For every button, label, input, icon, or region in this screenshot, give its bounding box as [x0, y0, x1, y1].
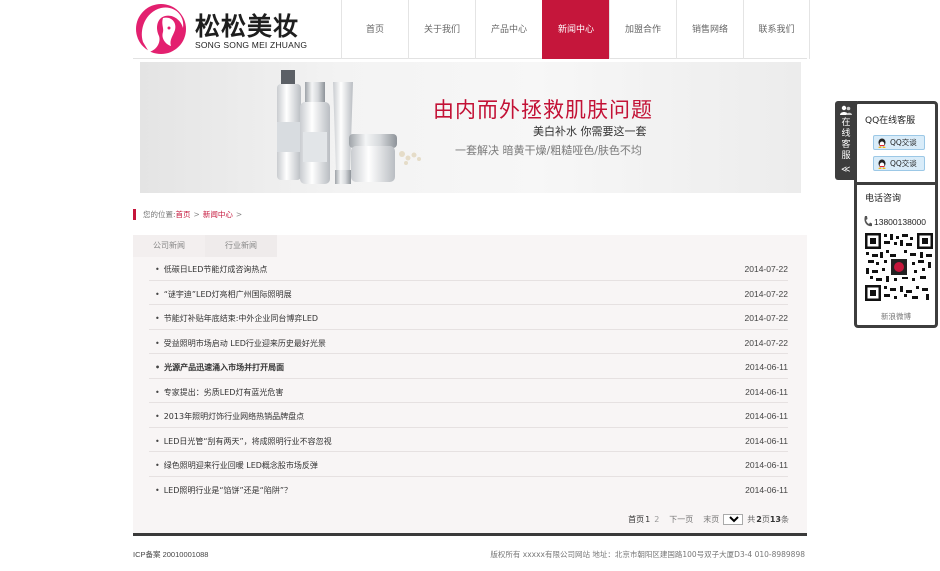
qr-code-image [864, 232, 934, 302]
phone-icon [864, 216, 872, 227]
news-title[interactable]: 受益照明市场启动 LED行业迎来历史最好光景 [155, 338, 326, 349]
news-item[interactable]: “谜宇迪”LED灯亮相广州国际照明展 2014-07-22 [149, 281, 788, 305]
news-date: 2014-07-22 [744, 337, 788, 348]
pager-total-prefix: 共 [747, 515, 756, 524]
pager-current: 1 [645, 515, 651, 524]
logo-face-icon [136, 4, 186, 54]
news-date: 2014-06-11 [745, 435, 788, 446]
nav-products[interactable]: 产品中心 [475, 0, 542, 59]
news-item[interactable]: 节能灯补贴年底结束:中外企业同台博弈LED 2014-07-22 [149, 305, 788, 330]
news-item[interactable]: LED照明行业是“馅饼”还是“陷阱”？ 2014-06-11 [149, 477, 788, 502]
news-title[interactable]: 节能灯补贴年底结束:中外企业同台博弈LED [155, 313, 318, 324]
site-header: 松松美妆 SONG SONG MEI ZHUANG 首页 关于我们 产品中心 新… [133, 0, 810, 59]
breadcrumb-prefix: 您的位置: [143, 209, 176, 219]
pager-next[interactable]: 下一页 [669, 514, 693, 525]
pager-total-count: 13 [769, 515, 781, 524]
pagination: 首页 1 2 下一页 末页 1 共 2 页 13 条 [624, 514, 789, 525]
breadcrumb-separator: > [235, 209, 243, 219]
nav-news[interactable]: 新闻中心 [542, 0, 609, 59]
news-title[interactable]: “谜宇迪”LED灯亮相广州国际照明展 [155, 289, 292, 300]
qq-chat-button[interactable]: QQ交谈 [873, 156, 925, 171]
breadcrumb-accent-bar [133, 208, 136, 220]
pager-last[interactable]: 末页 [703, 514, 719, 525]
qq-service-title: QQ在线客服 [865, 116, 916, 126]
news-date: 2014-06-11 [745, 362, 788, 372]
hero-banner[interactable]: 由内而外拯救肌肤问题 美白补水 你需要这一套 一套解决 暗黄干燥/粗糙哑色/肤色… [140, 62, 801, 193]
banner-subheadline: 美白补水 你需要这一套 [533, 125, 647, 138]
product-bottles-image [277, 70, 421, 184]
news-date: 2014-07-22 [744, 313, 788, 323]
brand-name-cn: 松松美妆 [195, 12, 300, 41]
main-nav: 首页 关于我们 产品中心 新闻中心 加盟合作 销售网络 联系我们 [341, 0, 810, 59]
users-icon [840, 105, 852, 115]
footer-icp: ICP备案 20010001088 [133, 550, 209, 559]
news-date: 2014-06-11 [745, 484, 788, 495]
breadcrumb-section-link[interactable]: 新闻中心 [203, 209, 233, 220]
breadcrumb-home-link[interactable]: 首页 [176, 209, 191, 220]
news-date: 2014-06-11 [745, 386, 788, 397]
logo[interactable]: 松松美妆 SONG SONG MEI ZHUANG [133, 1, 338, 57]
news-title[interactable]: 专家提出：劣质LED灯有蓝光危害 [155, 387, 284, 398]
news-item[interactable]: LED日光管“刮有两天”，将成照明行业不容忽视 2014-06-11 [149, 428, 788, 452]
news-item[interactable]: 受益照明市场启动 LED行业迎来历史最好光景 2014-07-22 [149, 330, 788, 354]
news-item[interactable]: 2013年照明灯饰行业网络热销品牌盘点 2014-06-11 [149, 403, 788, 428]
pager-count-unit: 条 [781, 515, 789, 524]
collapse-arrow-icon: ≪ [841, 165, 851, 175]
service-panel: QQ在线客服 QQ交谈 QQ交谈 电话咨询 13800138000 新浪微博 [854, 101, 938, 328]
breadcrumb-separator: > [193, 209, 200, 219]
news-date: 2014-06-11 [745, 460, 788, 470]
news-list: 低碳日LED节能灯成咨询热点 2014-07-22 “谜宇迪”LED灯亮相广州国际… [149, 256, 788, 501]
nav-about[interactable]: 关于我们 [408, 0, 475, 59]
news-date: 2014-06-11 [745, 411, 788, 421]
tab-company-news[interactable]: 公司新闻 [133, 235, 205, 257]
tab-industry-news[interactable]: 行业新闻 [205, 235, 277, 257]
brand-name-en: SONG SONG MEI ZHUANG [195, 40, 308, 50]
content-divider [133, 533, 807, 536]
qq-chat-button[interactable]: QQ交谈 [873, 135, 925, 150]
banner-headline: 由内而外拯救肌肤问题 [433, 98, 653, 122]
nav-home[interactable]: 首页 [341, 0, 408, 59]
weibo-link[interactable]: 新浪微博 [857, 311, 935, 322]
footer-copyright: 版权所有 xxxxx有限公司网站 地址：北京市朝阳区建国路100号双子大厦D3-… [490, 550, 805, 559]
news-panel: 公司新闻 行业新闻 低碳日LED节能灯成咨询热点 2014-07-22 “谜宇迪”… [133, 235, 807, 536]
qq-penguin-icon [878, 138, 886, 148]
news-item[interactable]: 光源产品迅速涌入市场并打开局面 2014-06-11 [149, 354, 788, 379]
pager-pages-unit: 页 [761, 515, 770, 524]
news-item[interactable]: 低碳日LED节能灯成咨询热点 2014-07-22 [149, 256, 788, 281]
phone-number-row: 13800138000 [863, 216, 926, 227]
news-title[interactable]: 光源产品迅速涌入市场并打开局面 [155, 362, 284, 373]
news-title[interactable]: 2013年照明灯饰行业网络热销品牌盘点 [155, 411, 304, 422]
pager-page-2[interactable]: 2 [654, 515, 659, 524]
news-title[interactable]: 绿色照明迎来行业回暖 LED概念股市场反弹 [155, 460, 318, 471]
phone-number[interactable]: 13800138000 [874, 217, 926, 227]
news-item[interactable]: 绿色照明迎来行业回暖 LED概念股市场反弹 2014-06-11 [149, 452, 788, 477]
breadcrumb: 您的位置: 首页 > 新闻中心 > [133, 208, 245, 220]
news-date: 2014-07-22 [744, 288, 788, 299]
nav-franchise[interactable]: 加盟合作 [609, 0, 676, 59]
service-divider [857, 182, 935, 185]
banner-tagline: 一套解决 暗黄干燥/粗糙哑色/肤色不均 [455, 144, 642, 157]
qq-chat-label: QQ交谈 [890, 138, 917, 147]
qq-chat-label: QQ交谈 [890, 159, 917, 168]
nav-sales-network[interactable]: 销售网络 [676, 0, 743, 59]
news-title[interactable]: LED日光管“刮有两天”，将成照明行业不容忽视 [155, 436, 332, 447]
news-item[interactable]: 专家提出：劣质LED灯有蓝光危害 2014-06-11 [149, 379, 788, 403]
news-title[interactable]: LED照明行业是“馅饼”还是“陷阱”？ [155, 485, 292, 496]
phone-service-title: 电话咨询 [865, 194, 902, 204]
news-tabs: 公司新闻 行业新闻 [133, 235, 277, 257]
qq-penguin-icon [878, 159, 886, 169]
online-service-label: 在线客服 [841, 118, 851, 161]
news-title[interactable]: 低碳日LED节能灯成咨询热点 [155, 264, 268, 275]
pager-page-select[interactable]: 1 [723, 514, 744, 525]
nav-contact[interactable]: 联系我们 [743, 0, 810, 59]
pager-first[interactable]: 首页 [628, 514, 644, 525]
news-date: 2014-07-22 [744, 264, 788, 274]
